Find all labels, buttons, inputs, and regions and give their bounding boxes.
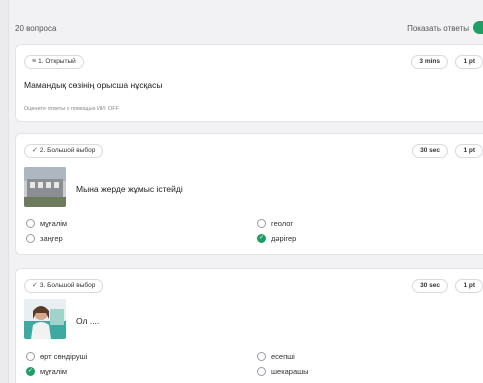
answer-option-label: шекарашы: [271, 367, 309, 376]
radio-empty-icon: [257, 367, 266, 376]
radio-empty-icon: [257, 352, 266, 361]
answer-option[interactable]: геолог: [257, 219, 293, 228]
question-card-3[interactable]: ✓ 3. Большой выбор 30 sec 1 pt Ол .... өр…: [15, 268, 483, 383]
answer-option-label: есепші: [271, 352, 295, 361]
answer-option[interactable]: өрт сөндіруші: [26, 352, 87, 361]
question-text: Мамандық сөзінің орысша нұсқасы: [24, 80, 163, 90]
open-text-icon: ≡: [32, 58, 37, 65]
answer-option-label: өрт сөндіруші: [40, 352, 88, 361]
answer-option-label: мұғалім: [40, 367, 68, 376]
left-sidebar-edge: [0, 0, 9, 383]
radio-empty-icon: [26, 234, 35, 243]
show-answers-label: Показать ответы: [407, 24, 469, 33]
answer-option-correct[interactable]: ✓ мұғалім: [26, 367, 67, 376]
answer-option[interactable]: заңгер: [26, 234, 63, 243]
answer-option-label: геолог: [271, 219, 294, 228]
question-type-pill: ≡ 1. Открытый: [24, 55, 84, 69]
time-pill[interactable]: 30 sec: [412, 279, 448, 293]
question-type-pill: ✓ 2. Большой выбор: [24, 144, 104, 158]
points-pill[interactable]: 1 pt: [455, 279, 483, 293]
time-pill[interactable]: 3 mins: [411, 55, 448, 69]
question-number-type: 2. Большой выбор: [39, 147, 96, 154]
question-type-pill: ✓ 3. Большой выбор: [24, 279, 104, 293]
quiz-header: 20 вопроса Показать ответы: [9, 0, 483, 44]
answer-option-correct[interactable]: ✓ дәрігер: [257, 234, 296, 243]
question-number-type: 3. Большой выбор: [39, 282, 96, 289]
question-count: 20 вопроса: [15, 24, 57, 33]
checkmark-icon: ✓: [32, 147, 38, 154]
question-image: [24, 167, 66, 207]
answer-option[interactable]: мұғалім: [26, 219, 67, 228]
points-pill[interactable]: 1 pt: [455, 144, 483, 158]
question-number-type: 1. Открытый: [38, 58, 76, 65]
show-answers-toggle[interactable]: [473, 21, 483, 34]
points-pill[interactable]: 1 pt: [455, 55, 483, 69]
answer-option[interactable]: шекарашы: [257, 367, 309, 376]
correct-check-icon: ✓: [257, 234, 266, 243]
answer-option-label: заңгер: [40, 234, 63, 243]
radio-empty-icon: [26, 352, 35, 361]
answer-option[interactable]: есепші: [257, 352, 295, 361]
question-image: [24, 299, 66, 339]
correct-check-icon: ✓: [26, 367, 35, 376]
radio-empty-icon: [26, 219, 35, 228]
time-pill[interactable]: 30 sec: [412, 144, 448, 158]
answer-option-label: дәрігер: [271, 234, 297, 243]
question-card-2[interactable]: ✓ 2. Большой выбор 30 sec 1 pt Мына жерде…: [15, 133, 483, 255]
question-card-1[interactable]: ≡ 1. Открытый 3 mins 1 pt Мамандық сөзіні…: [15, 44, 483, 122]
question-text: Мына жерде жұмыс істейді: [76, 184, 183, 194]
radio-empty-icon: [257, 219, 266, 228]
answer-option-label: мұғалім: [40, 219, 68, 228]
ai-grading-note: Оцените ответы с помощью ИИ: OFF: [24, 106, 119, 112]
checkmark-icon: ✓: [32, 282, 38, 289]
question-text: Ол ....: [76, 316, 100, 326]
